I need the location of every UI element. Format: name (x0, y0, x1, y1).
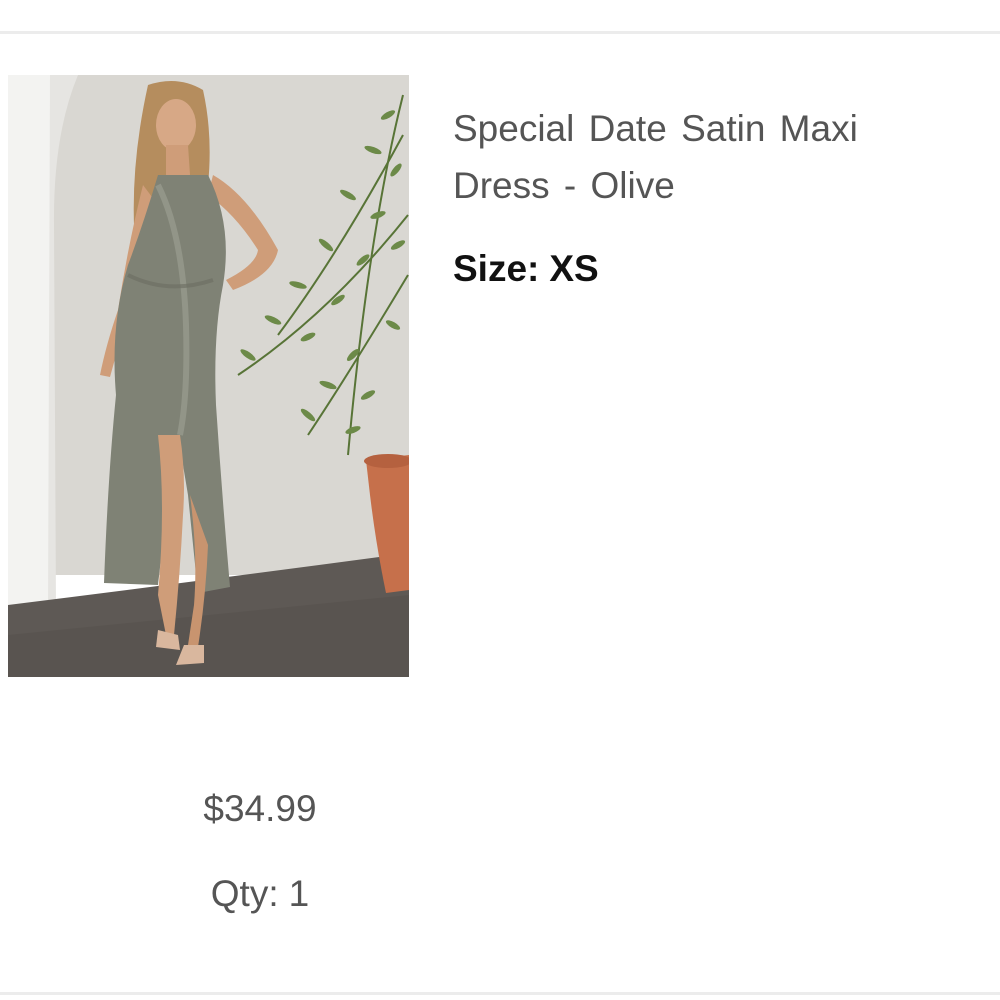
product-title[interactable]: Special Date Satin Maxi Dress - Olive (453, 100, 923, 214)
size-label: Size: (453, 248, 540, 289)
bottom-divider (0, 992, 1000, 995)
quantity-info: Qty: 1 (120, 873, 400, 915)
top-divider (0, 31, 1000, 34)
price: $34.99 (203, 788, 317, 829)
order-item-page: Special Date Satin Maxi Dress - Olive Si… (0, 0, 1000, 1000)
qty-value: 1 (288, 873, 310, 914)
product-image[interactable] (8, 75, 409, 677)
size-value: XS (549, 248, 599, 289)
qty-label: Qty: (210, 873, 279, 914)
size-info: Size: XS (453, 248, 599, 290)
